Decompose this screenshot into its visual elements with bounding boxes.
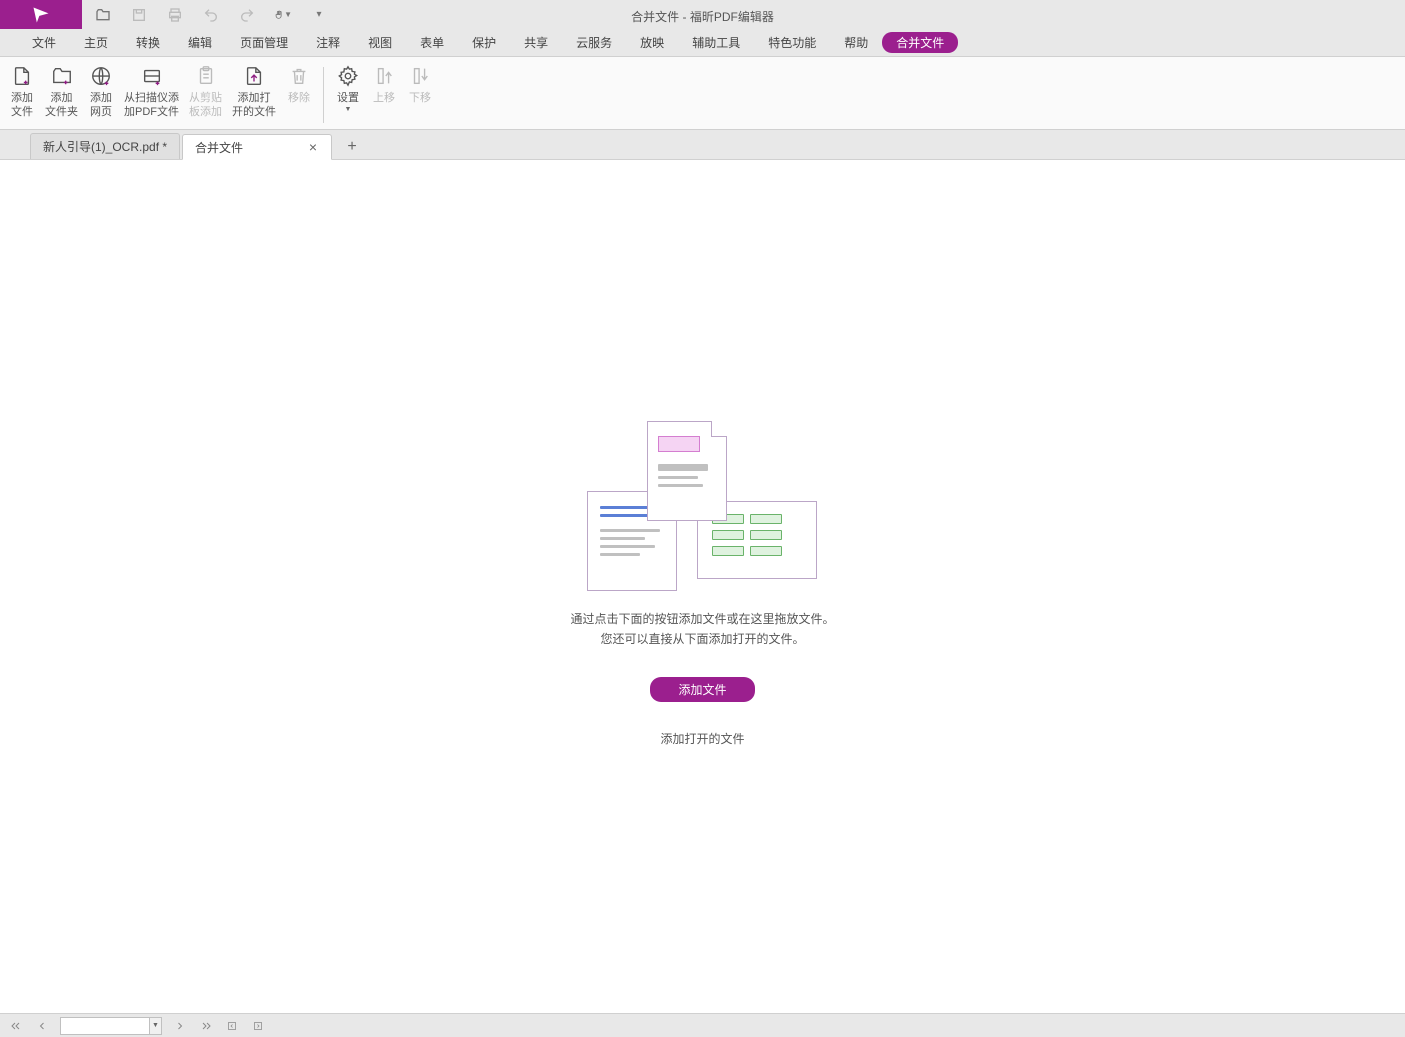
menu-share[interactable]: 共享	[510, 29, 562, 56]
menu-annotate[interactable]: 注释	[302, 29, 354, 56]
ribbon-from-clipboard[interactable]: 从剪贴 板添加	[184, 63, 227, 119]
tab-ocr-pdf[interactable]: 新人引导(1)_OCR.pdf *	[30, 133, 180, 159]
ribbon-settings[interactable]: 设置 ▼	[330, 63, 366, 105]
menu-special[interactable]: 特色功能	[754, 29, 830, 56]
ribbon-add-web[interactable]: 添加 网页	[83, 63, 119, 119]
ribbon-label: 上移	[373, 91, 395, 105]
ribbon-move-up[interactable]: 上移	[366, 63, 402, 105]
menu-page[interactable]: 页面管理	[226, 29, 302, 56]
document-tabs: 新人引导(1)_OCR.pdf * 合并文件 × +	[0, 130, 1405, 160]
hand-icon[interactable]: ▼	[274, 6, 292, 24]
menu-protect[interactable]: 保护	[458, 29, 510, 56]
foxit-logo-icon	[31, 5, 51, 25]
menu-file[interactable]: 文件	[18, 29, 70, 56]
page-input[interactable]	[60, 1017, 150, 1035]
page-number-control: ▼	[60, 1017, 162, 1035]
ribbon-add-file[interactable]: 添加 文件	[4, 63, 40, 119]
menu-view[interactable]: 视图	[354, 29, 406, 56]
ribbon-from-scanner[interactable]: 从扫描仪添 加PDF文件	[119, 63, 184, 119]
menubar: 文件 主页 转换 编辑 页面管理 注释 视图 表单 保护 共享 云服务 放映 辅…	[0, 29, 1405, 57]
ribbon-label: 设置	[337, 91, 359, 105]
page-dropdown[interactable]: ▼	[150, 1017, 162, 1035]
add-file-button[interactable]: 添加文件	[650, 677, 754, 702]
trash-icon	[286, 63, 312, 89]
ribbon-add-open[interactable]: 添加打 开的文件	[227, 63, 281, 119]
main-content: 通过点击下面的按钮添加文件或在这里拖放文件。 您还可以直接从下面添加打开的文件。…	[0, 160, 1405, 1007]
ribbon-label: 添加打 开的文件	[232, 91, 276, 119]
quick-access-toolbar: ▼ ▾	[82, 6, 328, 24]
tab-merge[interactable]: 合并文件 ×	[182, 134, 332, 160]
empty-text: 通过点击下面的按钮添加文件或在这里拖放文件。 您还可以直接从下面添加打开的文件。	[570, 609, 834, 649]
menu-aux[interactable]: 辅助工具	[678, 29, 754, 56]
ribbon-move-down[interactable]: 下移	[402, 63, 438, 105]
ribbon-label: 添加 文件	[11, 91, 33, 119]
statusbar: ▼	[0, 1013, 1405, 1037]
folder-add-icon	[49, 63, 75, 89]
ribbon-label: 移除	[288, 91, 310, 105]
caret-down-icon: ▼	[345, 106, 352, 113]
globe-add-icon	[88, 63, 114, 89]
first-page-icon[interactable]	[8, 1018, 24, 1034]
titlebar: ▼ ▾ 合并文件 - 福昕PDF编辑器	[0, 0, 1405, 29]
ribbon-label: 添加 文件夹	[45, 91, 78, 119]
ribbon-add-folder[interactable]: 添加 文件夹	[40, 63, 83, 119]
page-back-icon[interactable]	[224, 1018, 240, 1034]
caret-down-icon: ▼	[284, 10, 292, 19]
menu-convert[interactable]: 转换	[122, 29, 174, 56]
menu-cloud[interactable]: 云服务	[562, 29, 626, 56]
arrow-down-icon	[407, 63, 433, 89]
prev-page-icon[interactable]	[34, 1018, 50, 1034]
menu-help[interactable]: 帮助	[830, 29, 882, 56]
next-page-icon[interactable]	[172, 1018, 188, 1034]
app-logo	[0, 0, 82, 29]
ribbon-group-add: 添加 文件 添加 文件夹 添加 网页 从扫描仪添 加PDF文件 从剪贴 板添加 …	[0, 63, 321, 129]
add-tab-button[interactable]: +	[340, 135, 364, 159]
save-icon[interactable]	[130, 6, 148, 24]
menu-home[interactable]: 主页	[70, 29, 122, 56]
empty-line2: 您还可以直接从下面添加打开的文件。	[570, 629, 834, 649]
menu-merge[interactable]: 合并文件	[882, 32, 958, 53]
redo-icon[interactable]	[238, 6, 256, 24]
empty-line1: 通过点击下面的按钮添加文件或在这里拖放文件。	[570, 609, 834, 629]
ribbon-label: 添加 网页	[90, 91, 112, 119]
arrow-up-icon	[371, 63, 397, 89]
gear-icon	[335, 63, 361, 89]
ribbon-remove[interactable]: 移除	[281, 63, 317, 105]
ribbon-group-settings: 设置 ▼ 上移 下移	[326, 63, 442, 129]
empty-state: 通过点击下面的按钮添加文件或在这里拖放文件。 您还可以直接从下面添加打开的文件。…	[570, 421, 834, 747]
ribbon: 添加 文件 添加 文件夹 添加 网页 从扫描仪添 加PDF文件 从剪贴 板添加 …	[0, 57, 1405, 130]
page-forward-icon[interactable]	[250, 1018, 266, 1034]
file-add-icon	[9, 63, 35, 89]
empty-illustration	[587, 421, 817, 591]
add-open-file-button[interactable]: 添加打开的文件	[660, 730, 744, 747]
ribbon-label: 从扫描仪添 加PDF文件	[124, 91, 179, 119]
print-icon[interactable]	[166, 6, 184, 24]
ribbon-label: 下移	[409, 91, 431, 105]
menu-play[interactable]: 放映	[626, 29, 678, 56]
last-page-icon[interactable]	[198, 1018, 214, 1034]
menu-form[interactable]: 表单	[406, 29, 458, 56]
scanner-icon	[139, 63, 165, 89]
tab-label: 新人引导(1)_OCR.pdf *	[43, 138, 167, 155]
customize-qat-icon[interactable]: ▾	[310, 6, 328, 24]
menu-edit[interactable]: 编辑	[174, 29, 226, 56]
tab-label: 合并文件	[195, 139, 243, 156]
undo-icon[interactable]	[202, 6, 220, 24]
ribbon-label: 从剪贴 板添加	[189, 91, 222, 119]
ribbon-separator	[323, 67, 324, 123]
clipboard-icon	[193, 63, 219, 89]
file-open-add-icon	[241, 63, 267, 89]
open-icon[interactable]	[94, 6, 112, 24]
close-icon[interactable]: ×	[307, 139, 319, 155]
